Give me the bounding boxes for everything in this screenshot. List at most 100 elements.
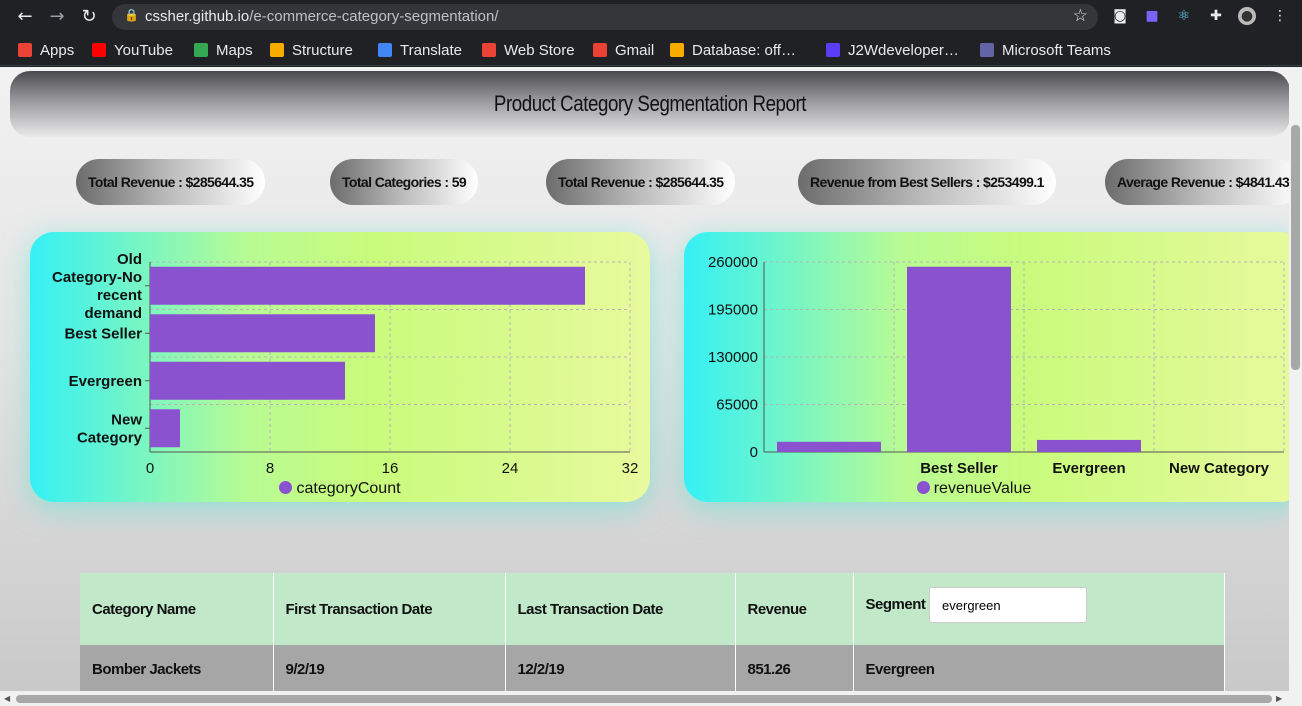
bookmark-translate[interactable]: Translate <box>378 41 462 59</box>
x-tick-label: 32 <box>622 460 639 477</box>
stat-pill-total-revenue-2: Total Revenue : $285644.35 <box>546 159 736 205</box>
lock-icon: 🔒 <box>124 8 139 22</box>
category-table: Category Name First Transaction Date Las… <box>80 573 1225 691</box>
bookmark-favicon-icon <box>378 43 392 57</box>
column-header-revenue[interactable]: Revenue <box>735 573 854 645</box>
table-header-row: Category Name First Transaction Date Las… <box>80 573 1225 645</box>
bookmark-label: J2Wdeveloper… <box>848 41 959 59</box>
segment-filter-input[interactable] <box>929 587 1088 623</box>
stat-pill-average-revenue: Average Revenue : $4841.43 <box>1105 159 1289 205</box>
revenue-value-legend[interactable]: revenueValue <box>684 480 1284 498</box>
bookmark-database-off[interactable]: Database: off… <box>670 41 796 59</box>
address-bar[interactable]: 🔒 cssher.github.io/e-commerce-category-s… <box>112 4 1098 30</box>
table-cell: 12/2/19 <box>505 645 736 691</box>
bookmark-favicon-icon <box>92 43 106 57</box>
bookmark-label: Web Store <box>504 41 575 59</box>
bookmark-label: Translate <box>400 41 462 59</box>
category-count-chart-svg: 0 8 16 24 32 Old Category-No recent demand Best S… <box>52 251 639 477</box>
bookmark-j2wdeveloper[interactable]: J2Wdeveloper… <box>826 41 959 59</box>
bookmark-label: Structure <box>292 41 353 59</box>
bookmark-favicon-icon <box>670 43 684 57</box>
bookmark-gmail[interactable]: Gmail <box>593 41 654 59</box>
browser-toolbar: ← → ↻ 🔒 cssher.github.io/e-commerce-cate… <box>0 0 1302 34</box>
puzzle-icon[interactable]: ✚ <box>1207 7 1225 25</box>
reload-icon[interactable]: ↻ <box>78 6 100 28</box>
star-icon[interactable]: ☆ <box>1073 6 1088 26</box>
url-text[interactable]: cssher.github.io/e-commerce-category-seg… <box>145 8 499 25</box>
bar <box>150 409 180 448</box>
y-tick-label: New Category <box>77 411 143 446</box>
bookmark-youtube[interactable]: YouTube <box>92 41 173 59</box>
bookmark-label: Maps <box>216 41 253 59</box>
bookmarks-bar: Apps YouTube Maps Structure Translate Web Sto… <box>0 34 1302 66</box>
category-count-legend[interactable]: categoryCount <box>30 480 650 498</box>
back-icon[interactable]: ← <box>14 6 36 28</box>
bookmark-favicon-icon <box>482 43 496 57</box>
bookmark-label: Microsoft Teams <box>1002 41 1111 59</box>
revenue-value-chart-svg: 0 65000 130000 195000 260000 Best Seller Everg… <box>708 254 1285 477</box>
bar <box>1037 439 1141 452</box>
bar <box>777 441 881 452</box>
bookmark-favicon-icon <box>826 43 840 57</box>
stat-pill-best-sellers-revenue: Revenue from Best Sellers : $253499.1 <box>798 159 1056 205</box>
bookmark-maps[interactable]: Maps <box>194 41 253 59</box>
segment-header-label: Segment <box>865 595 926 613</box>
table-body: Bomber Jackets 9/2/19 12/2/19 851.26 Evergre… <box>80 645 1225 691</box>
page-title: Product Category Segmentation Report <box>493 91 807 116</box>
bookmark-structure[interactable]: Structure <box>270 41 353 59</box>
bookmark-favicon-icon <box>980 43 994 57</box>
bookmark-label: Gmail <box>615 41 655 59</box>
table-cell: 9/2/19 <box>273 645 506 691</box>
scroll-right-icon[interactable]: ▶ <box>1276 694 1282 703</box>
table-cell: Bomber Jackets <box>80 645 274 691</box>
y-tick-label: 195000 <box>708 302 758 319</box>
bar <box>907 266 1011 452</box>
react-icon[interactable]: ⚛ <box>1175 7 1193 25</box>
bookmark-apps[interactable]: Apps <box>18 41 74 59</box>
stat-pill-total-categories: Total Categories : 59 <box>330 159 479 205</box>
y-tick-label: 260000 <box>708 254 758 271</box>
table-cell: Evergreen <box>853 645 1225 691</box>
camera-icon[interactable]: ◙ <box>1111 7 1129 25</box>
column-header-segment: Segment <box>853 573 1225 645</box>
menu-icon[interactable]: ⋮ <box>1271 7 1289 25</box>
column-header-last-transaction[interactable]: Last Transaction Date <box>505 573 736 645</box>
report-header: Product Category Segmentation Report <box>10 71 1289 137</box>
column-header-category-name[interactable]: Category Name <box>80 573 274 645</box>
bookmark-microsoft-teams[interactable]: Microsoft Teams <box>980 41 1111 59</box>
bookmark-favicon-icon <box>593 43 607 57</box>
y-tick-label: 65000 <box>716 397 758 414</box>
page-content: Product Category Segmentation Report Tot… <box>0 67 1289 691</box>
bar <box>150 361 345 400</box>
forward-icon[interactable]: → <box>46 6 68 28</box>
legend-label: revenueValue <box>933 480 1032 497</box>
x-tick-label: 16 <box>382 460 399 477</box>
vertical-scrollbar[interactable] <box>1289 67 1302 691</box>
table-cell: 851.26 <box>735 645 854 691</box>
x-tick-label: 0 <box>146 460 154 477</box>
x-tick-label: New Category <box>1169 460 1270 477</box>
y-tick-label: Best Seller <box>64 325 142 342</box>
legend-swatch <box>916 481 930 494</box>
table-row: Bomber Jackets 9/2/19 12/2/19 851.26 Evergre… <box>80 645 1225 691</box>
y-tick-label: Evergreen <box>69 373 142 390</box>
bookmark-web-store[interactable]: Web Store <box>482 41 575 59</box>
horizontal-scrollbar[interactable]: ◀ ▶ <box>0 691 1302 706</box>
horizontal-scrollbar-thumb[interactable] <box>16 695 1272 703</box>
y-tick-label: 0 <box>750 444 758 461</box>
vertical-scrollbar-thumb[interactable] <box>1291 125 1300 370</box>
column-header-first-transaction[interactable]: First Transaction Date <box>273 573 506 645</box>
bookmark-favicon-icon <box>270 43 284 57</box>
x-tick-label: 24 <box>502 460 519 477</box>
bookmark-label: Apps <box>40 41 75 59</box>
bookmark-favicon-icon <box>18 43 32 57</box>
y-tick-label: Old Category-No recent demand <box>52 251 142 322</box>
bar <box>150 314 375 353</box>
bookmark-label: Database: off… <box>692 41 796 59</box>
bookmark-label: YouTube <box>114 41 173 59</box>
x-tick-label: Best Seller <box>920 460 998 477</box>
extension-icon[interactable]: ■ <box>1143 7 1161 25</box>
scroll-left-icon[interactable]: ◀ <box>4 694 10 703</box>
profile-avatar[interactable]: ● <box>1238 7 1256 25</box>
x-tick-label: 8 <box>266 460 274 477</box>
